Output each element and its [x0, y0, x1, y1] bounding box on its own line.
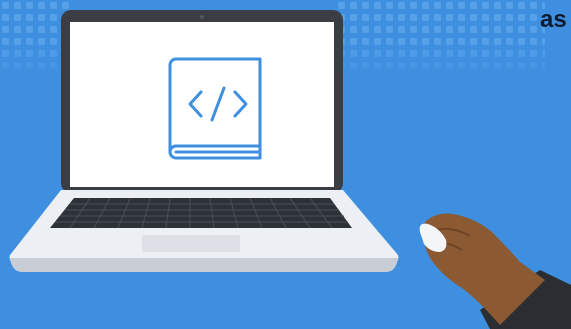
webcam-dot	[200, 15, 204, 19]
laptop-screen	[70, 22, 334, 187]
brand-text: as	[540, 6, 567, 33]
hero-image: as	[0, 0, 571, 329]
laptop-trackpad	[142, 235, 240, 252]
laptop-front-edge	[10, 258, 398, 272]
laptop-illustration	[0, 0, 571, 329]
laptop	[9, 10, 399, 272]
